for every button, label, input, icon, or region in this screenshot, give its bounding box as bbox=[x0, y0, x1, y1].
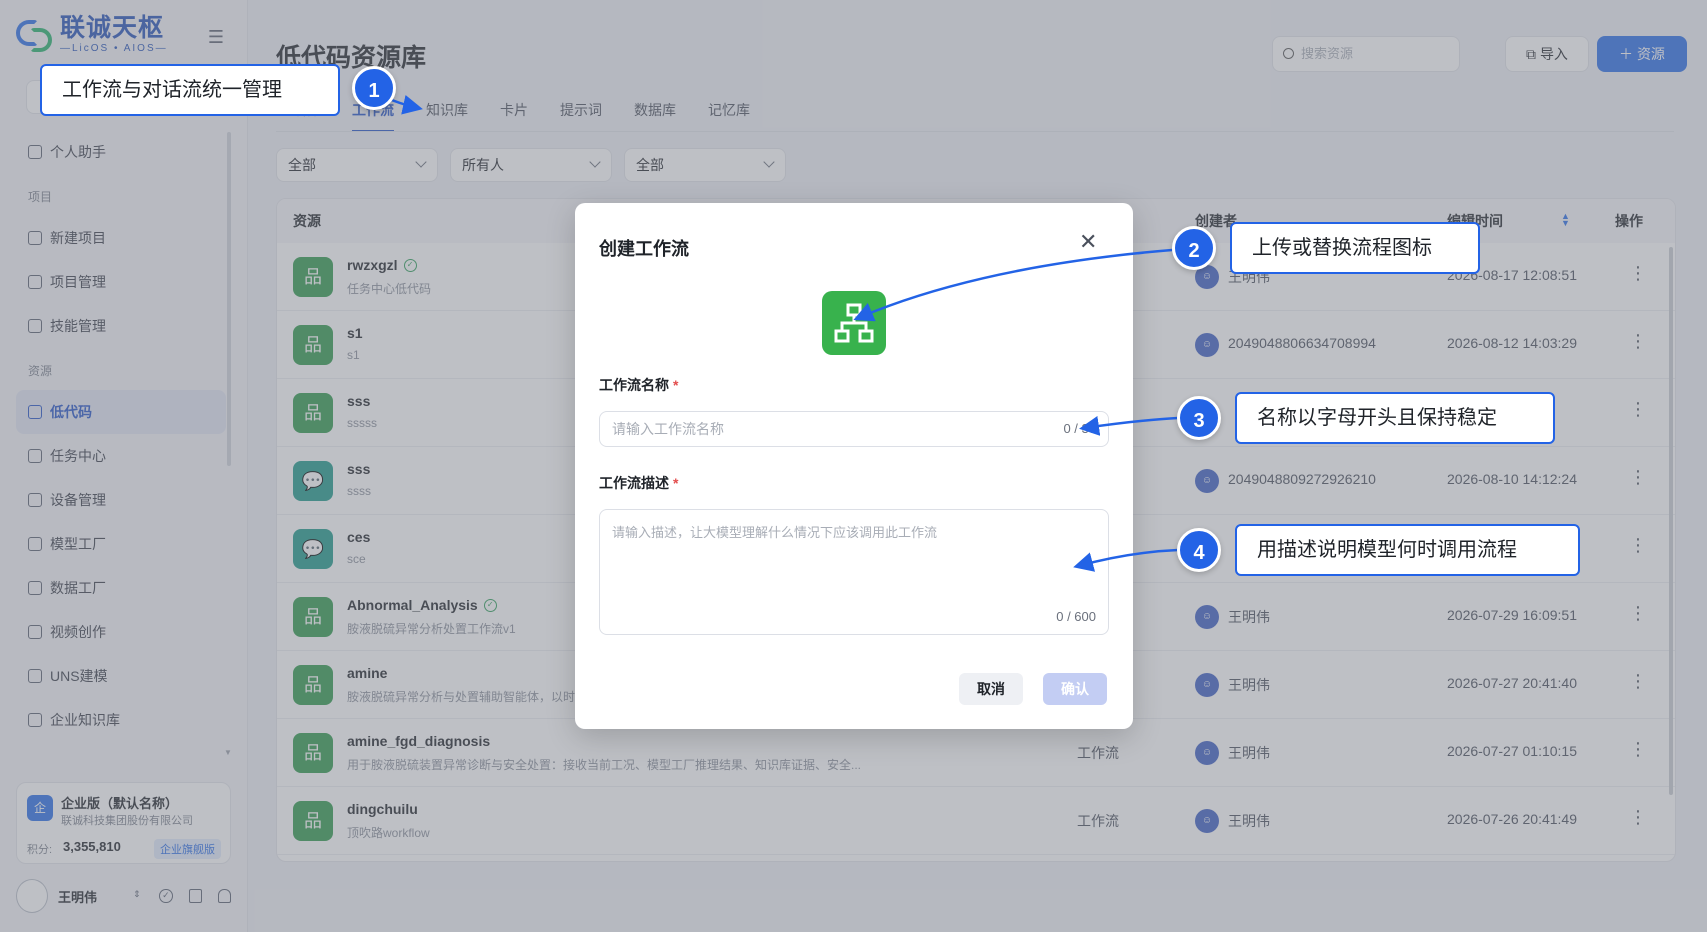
required-mark: * bbox=[673, 475, 679, 491]
annotation-callout-2: 上传或替换流程图标 bbox=[1230, 222, 1480, 274]
workflow-icon-upload[interactable] bbox=[822, 291, 886, 355]
name-field-label: 工作流名称 * bbox=[599, 377, 679, 393]
create-workflow-dialog: 创建工作流 ✕ 工作流名称 * 请输入工作流名称 0 / 30 工作流描述 * 请输… bbox=[575, 203, 1133, 729]
annotation-badge-1: 1 bbox=[352, 66, 396, 110]
annotation-badge-3: 3 bbox=[1177, 396, 1221, 440]
required-mark: * bbox=[673, 377, 679, 393]
description-counter: 0 / 600 bbox=[1056, 609, 1096, 624]
annotation-badge-4: 4 bbox=[1177, 528, 1221, 572]
annotation-callout-3: 名称以字母开头且保持稳定 bbox=[1235, 392, 1555, 444]
workflow-name-input[interactable]: 请输入工作流名称 0 / 30 bbox=[599, 411, 1109, 447]
annotation-badge-2: 2 bbox=[1172, 226, 1216, 270]
desc-field-label: 工作流描述 * bbox=[599, 475, 679, 491]
annotation-callout-4: 用描述说明模型何时调用流程 bbox=[1235, 524, 1580, 576]
workflow-description-textarea[interactable]: 请输入描述，让大模型理解什么情况下应该调用此工作流 0 / 600 bbox=[599, 509, 1109, 635]
annotation-callout-1: 工作流与对话流统一管理 bbox=[40, 64, 340, 116]
name-counter: 0 / 30 bbox=[1063, 421, 1096, 436]
close-icon[interactable]: ✕ bbox=[1079, 231, 1097, 253]
dialog-title: 创建工作流 bbox=[599, 239, 689, 259]
confirm-button[interactable]: 确认 bbox=[1043, 673, 1107, 705]
cancel-button[interactable]: 取消 bbox=[959, 673, 1023, 705]
workflow-icon bbox=[834, 303, 874, 343]
